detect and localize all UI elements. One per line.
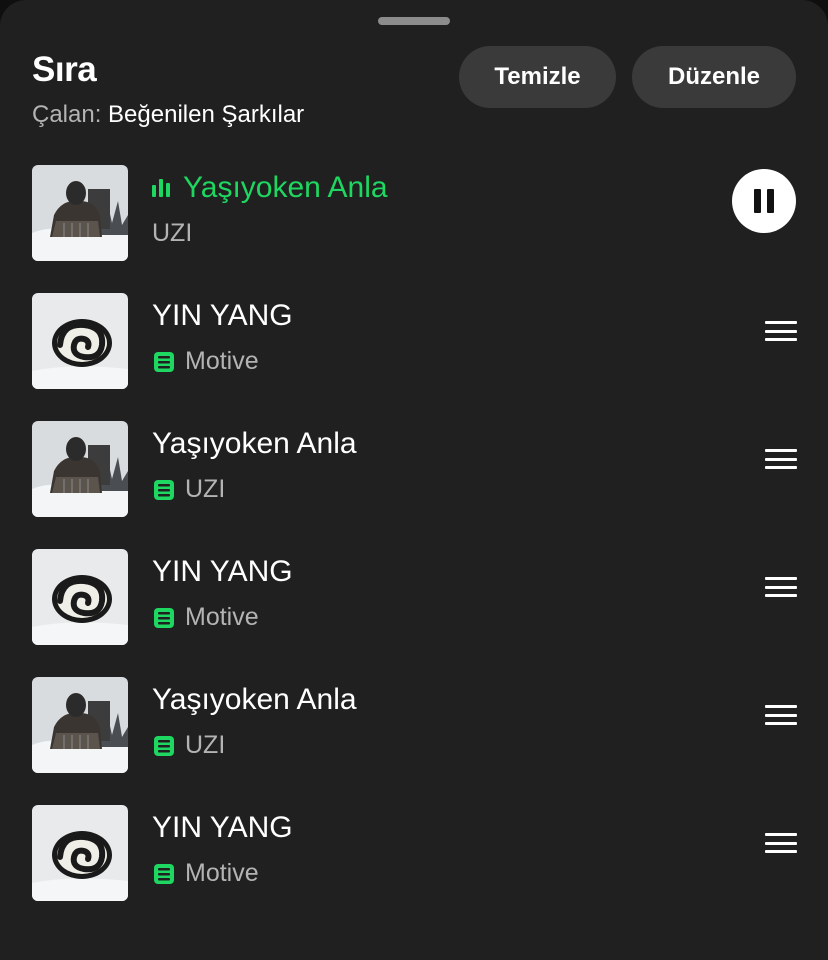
track-artist-line: Motive	[152, 603, 259, 632]
album-cover	[32, 421, 128, 517]
track-artist-line: UZI	[152, 731, 225, 760]
album-cover	[32, 549, 128, 645]
drag-handle-icon[interactable]	[765, 321, 797, 341]
track-title-text: Yaşıyoken Anla	[183, 171, 388, 204]
track-artist: UZI	[185, 731, 226, 759]
track-title: Yaşıyoken Anla	[152, 427, 357, 460]
track-title: Yaşıyoken Anla	[152, 171, 388, 205]
queue-row[interactable]: YIN YANG Motive	[0, 533, 828, 661]
track-artist: Motive	[185, 347, 259, 375]
track-title: YIN YANG	[152, 555, 293, 588]
album-cover	[32, 805, 128, 901]
pause-icon	[754, 189, 761, 213]
track-title: YIN YANG	[152, 299, 293, 332]
track-artist-line: UZI	[152, 475, 225, 504]
drag-handle-icon[interactable]	[765, 449, 797, 469]
track-artist: Motive	[185, 859, 259, 887]
queue-source-icon	[154, 351, 174, 372]
track-artist-line: Motive	[152, 859, 259, 888]
queue-source-icon	[154, 735, 174, 756]
track-title: Yaşıyoken Anla	[152, 683, 357, 716]
now-playing-source: Beğenilen Şarkılar	[108, 101, 305, 128]
queue-row[interactable]: Yaşıyoken Anla UZI	[0, 661, 828, 789]
page-title: Sıra	[32, 50, 97, 89]
queue-row[interactable]: Yaşıyoken Anla UZI	[0, 405, 828, 533]
track-artist: UZI	[152, 219, 193, 247]
queue-source-icon	[154, 479, 174, 500]
pause-button[interactable]	[732, 169, 796, 233]
queue-sheet: Sıra Çalan: Beğenilen Şarkılar Temizle D…	[0, 0, 828, 960]
queue-row[interactable]: YIN YANG Motive	[0, 789, 828, 917]
queue-source-icon	[154, 863, 174, 884]
equalizer-icon	[152, 179, 173, 197]
queue-row[interactable]: YIN YANG Motive	[0, 277, 828, 405]
album-cover	[32, 165, 128, 261]
edit-button[interactable]: Düzenle	[632, 46, 796, 108]
album-cover	[32, 293, 128, 389]
track-artist-line: Motive	[152, 347, 259, 376]
now-playing-context: Çalan: Beğenilen Şarkılar	[32, 101, 304, 129]
queue-source-icon	[154, 607, 174, 628]
drag-handle-icon[interactable]	[765, 705, 797, 725]
track-artist: UZI	[185, 475, 226, 503]
clear-button[interactable]: Temizle	[459, 46, 616, 108]
album-cover	[32, 677, 128, 773]
drag-handle-icon[interactable]	[765, 833, 797, 853]
now-playing-prefix: Çalan:	[32, 101, 102, 128]
queue-row-now-playing[interactable]: Yaşıyoken Anla UZI	[0, 149, 828, 277]
track-artist: Motive	[185, 603, 259, 631]
drag-handle-icon[interactable]	[765, 577, 797, 597]
sheet-drag-handle[interactable]	[378, 17, 450, 25]
track-title: YIN YANG	[152, 811, 293, 844]
